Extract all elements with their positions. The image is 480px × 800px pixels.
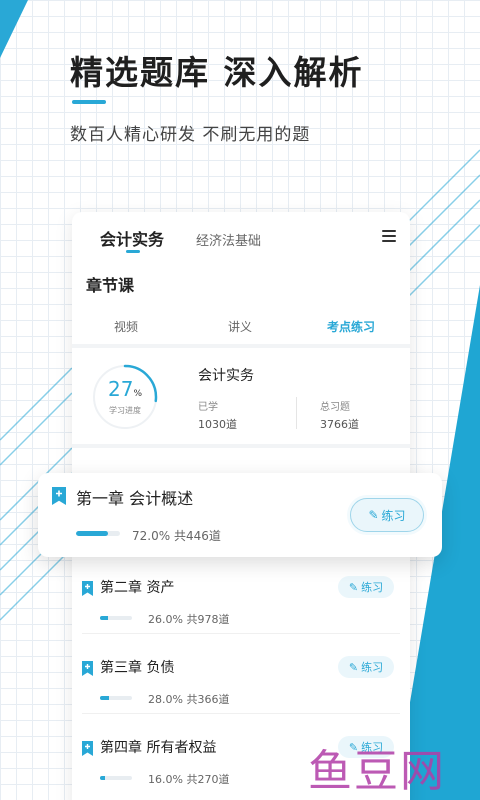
- chapter-item[interactable]: 第三章 负债 ✎ 练习 28.0% 共366道: [72, 653, 410, 729]
- bookmark-plus-icon: [82, 661, 93, 676]
- content-subtabs: 视频 讲义 考点练习: [72, 318, 410, 338]
- chapter-percent: 28.0%: [148, 693, 183, 706]
- tab-accounting-practice[interactable]: 会计实务: [100, 226, 164, 250]
- subtab-handout[interactable]: 讲义: [228, 318, 252, 335]
- headline-accent-bar: [72, 100, 106, 104]
- bookmark-plus-icon: [82, 581, 93, 596]
- active-tab-indicator: [126, 250, 140, 253]
- subtab-practice[interactable]: 考点练习: [327, 318, 375, 335]
- featured-practice-button[interactable]: ✎ 练习: [350, 498, 424, 532]
- progress-number: 27: [107, 377, 134, 401]
- featured-chapter-title: 第一章 会计概述: [76, 489, 194, 508]
- learned-value: 1030道: [198, 418, 237, 431]
- chapter-progress-bar: [100, 616, 132, 620]
- chapter-count: 共366道: [186, 693, 230, 706]
- featured-chapter-card[interactable]: 第一章 会计概述 72.0% 共446道 ✎ 练习: [38, 473, 442, 557]
- chapter-percent: 16.0%: [148, 773, 183, 786]
- progress-value: 27%: [90, 377, 160, 401]
- progress-unit: %: [133, 389, 142, 399]
- promo-subline: 数百人精心研发 不刷无用的题: [70, 125, 311, 145]
- practice-button[interactable]: ✎ 练习: [338, 656, 394, 678]
- chapter-title: 第三章 负债: [100, 660, 175, 676]
- featured-chapter-stats: 72.0% 共446道: [132, 527, 221, 544]
- chapter-stats: 16.0% 共270道: [148, 771, 229, 787]
- divider: [82, 713, 400, 714]
- chapter-progress-bar: [100, 696, 132, 700]
- divider: [72, 444, 410, 448]
- tab-economic-law[interactable]: 经济法基础: [196, 230, 261, 249]
- bookmark-plus-icon: [82, 741, 93, 756]
- practice-button-label: 练习: [361, 661, 384, 674]
- divider: [72, 344, 410, 348]
- practice-button-label: 练习: [361, 581, 384, 594]
- decorative-corner: [0, 0, 28, 58]
- stat-separator: [296, 397, 297, 429]
- subtab-video[interactable]: 视频: [114, 318, 138, 335]
- promo-headline: 精选题库 深入解析: [70, 53, 364, 92]
- pencil-icon: ✎: [368, 508, 379, 522]
- chapter-percent: 26.0%: [148, 613, 183, 626]
- pencil-icon: ✎: [348, 660, 359, 674]
- featured-count: 共446道: [173, 529, 221, 543]
- watermark-logo: 鱼豆网: [308, 746, 446, 797]
- pencil-icon: ✎: [348, 580, 359, 594]
- practice-button[interactable]: ✎ 练习: [338, 576, 394, 598]
- chapter-progress-bar: [100, 776, 132, 780]
- divider: [82, 633, 400, 634]
- chapter-title: 第四章 所有者权益: [100, 740, 217, 756]
- total-label: 总习题: [320, 402, 350, 413]
- featured-progress-bar: [76, 531, 120, 536]
- chapter-stats: 28.0% 共366道: [148, 691, 229, 707]
- hamburger-menu-icon[interactable]: [382, 230, 396, 242]
- bookmark-plus-icon: [52, 487, 66, 505]
- progress-label: 学习进度: [109, 406, 141, 415]
- chapter-count: 共270道: [186, 773, 230, 786]
- chapter-count: 共978道: [186, 613, 230, 626]
- featured-percent: 72.0%: [132, 529, 171, 543]
- featured-practice-label: 练习: [381, 508, 406, 523]
- course-name: 会计实务: [198, 368, 254, 384]
- chapter-stats: 26.0% 共978道: [148, 611, 229, 627]
- chapter-title: 第二章 资产: [100, 580, 175, 596]
- subject-tab-bar: 会计实务 经济法基础: [72, 212, 410, 262]
- chapter-item[interactable]: 第二章 资产 ✎ 练习 26.0% 共978道: [72, 573, 410, 649]
- learned-label: 已学: [198, 402, 218, 413]
- total-value: 3766道: [320, 418, 359, 431]
- section-title: 章节课: [86, 276, 135, 295]
